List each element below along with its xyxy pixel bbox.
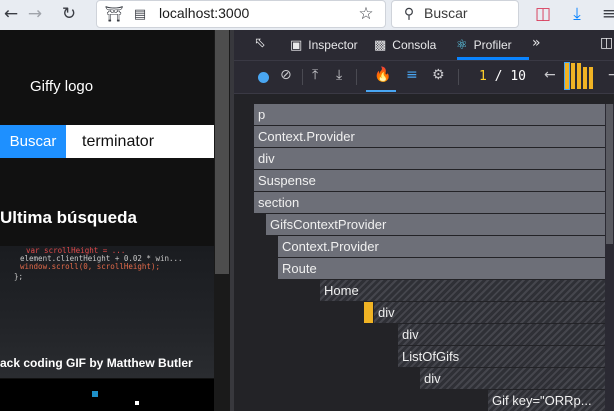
inspector-icon: ▣ [290,37,303,53]
tab-profiler[interactable]: ⚛ Profiler [456,30,512,60]
record-icon[interactable] [258,72,269,83]
active-tab-indicator [457,57,529,60]
gif-caption[interactable]: ack coding GIF by Matthew Butler [0,356,193,370]
commit-separator: / [494,69,503,84]
gif-image-2[interactable] [0,379,214,411]
flamegraph-scrollbar[interactable] [605,104,614,411]
flamegraph-selected-underline [366,90,396,92]
toolbar-divider [458,69,459,85]
tab-label: Consola [392,38,437,52]
browser-search-bar[interactable]: ⚲ Buscar [391,0,519,28]
clear-icon[interactable]: ⊘ [280,67,292,83]
more-tabs-icon[interactable]: » [532,35,541,51]
browser-search-placeholder: Buscar [424,5,468,21]
console-icon: ▩ [374,37,387,53]
url-bar[interactable]: ⛩ ▤ localhost:3000 ☆ [96,0,386,28]
previous-commit-icon[interactable]: ← [544,67,556,83]
react-icon: ⚛ [456,37,468,53]
settings-gear-icon[interactable]: ⚙ [432,67,445,83]
page-scroll-thumb[interactable] [215,30,229,274]
flamegraph-node[interactable]: div [254,148,606,169]
forward-icon[interactable]: → [24,3,46,25]
bookmark-star-icon[interactable]: ☆ [355,3,377,25]
flamegraph-node[interactable]: ListOfGifs [398,346,606,367]
flamegraph-icon[interactable]: 🔥 [374,67,391,83]
flamegraph-node[interactable]: Home [320,280,606,301]
tab-label: Profiler [473,38,512,52]
search-button[interactable]: Buscar [0,125,66,158]
url-text: localhost:3000 [159,5,250,21]
browser-toolbar: ← → ↻ ⛩ ▤ localhost:3000 ☆ ⚲ Buscar ◫ ⤓ … [0,0,614,31]
flamegraph-node[interactable]: div [374,302,606,323]
commit-bar-chart[interactable] [564,62,605,91]
flamegraph-node[interactable]: GifsContextProvider [266,214,606,235]
flamegraph-node[interactable]: Suspense [254,170,606,191]
page-info-icon[interactable]: ▤ [129,3,151,25]
page-viewport: Giffy logo Buscar terminator Ultima búsq… [0,30,230,411]
panel-splitter[interactable] [230,30,234,411]
page-scrollbar[interactable] [214,30,230,411]
save-profile-icon[interactable]: ⤓ [336,67,342,83]
flamegraph-node[interactable]: div [398,324,606,345]
load-profile-icon[interactable]: ⤒ [312,67,318,83]
commit-total: 10 [510,69,526,84]
flamegraph-node[interactable]: Context.Provider [278,236,606,257]
shield-icon[interactable]: ⛩ [103,3,125,25]
flamegraph-node[interactable]: Gif key="ORRp... [488,390,606,411]
toolbar-divider [356,69,357,85]
devtools-panel: ⬁ ▣ Inspector ▩ Consola ⚛ Profiler » ◫ ⊘… [230,30,614,411]
back-icon[interactable]: ← [0,3,22,25]
flamegraph-node[interactable]: div [420,368,606,389]
commit-bar[interactable] [589,67,593,89]
commit-bar[interactable] [577,63,581,89]
search-input[interactable]: terminator [66,125,230,158]
menu-icon[interactable]: ≡ [598,3,614,25]
ranked-chart-icon[interactable]: ≡ [406,67,418,83]
flamegraph-scroll-thumb[interactable] [606,104,613,244]
commit-bar[interactable] [564,62,570,90]
pixel-sprite [92,391,98,397]
pixel-sprite [135,401,139,405]
flamegraph-node[interactable]: Context.Provider [254,126,606,147]
commit-counter: 1 / 10 [479,69,526,84]
element-picker-icon[interactable]: ⬁ [254,35,266,51]
tab-label: Inspector [308,38,358,52]
flamegraph-node[interactable]: p [254,104,606,125]
reload-icon[interactable]: ↻ [58,3,80,25]
toolbar-divider [302,69,303,85]
commit-current: 1 [479,69,487,84]
profiler-controls: ⊘ ⤒ ⤓ 🔥 ≡ ⚙ 1 / 10 ← → [234,61,614,94]
commit-bar[interactable] [583,67,587,89]
last-search-heading: Ultima búsqueda [0,208,137,227]
giffy-logo[interactable]: Giffy logo [30,78,93,95]
flamegraph-node[interactable]: section [254,192,606,213]
gif-code-line: window.scroll(0, scrollHeight); [20,262,160,271]
search-icon: ⚲ [403,6,415,22]
flamegraph-self-time-marker[interactable] [364,302,374,323]
tab-console[interactable]: ▩ Consola [374,30,436,60]
next-commit-icon[interactable]: → [608,67,614,83]
flamegraph-node[interactable]: Route [278,258,606,279]
dock-icon[interactable]: ◫ [600,35,613,51]
devtools-tabbar: ⬁ ▣ Inspector ▩ Consola ⚛ Profiler » ◫ [234,30,614,61]
tab-inspector[interactable]: ▣ Inspector [290,30,358,60]
commit-bar[interactable] [571,63,575,89]
flamegraph: p Context.Provider div Suspense section GifsC… [254,104,614,411]
downloads-icon[interactable]: ⤓ [566,3,588,25]
gif-code-line: }; [14,272,24,281]
pocket-icon[interactable]: ◫ [532,3,554,25]
